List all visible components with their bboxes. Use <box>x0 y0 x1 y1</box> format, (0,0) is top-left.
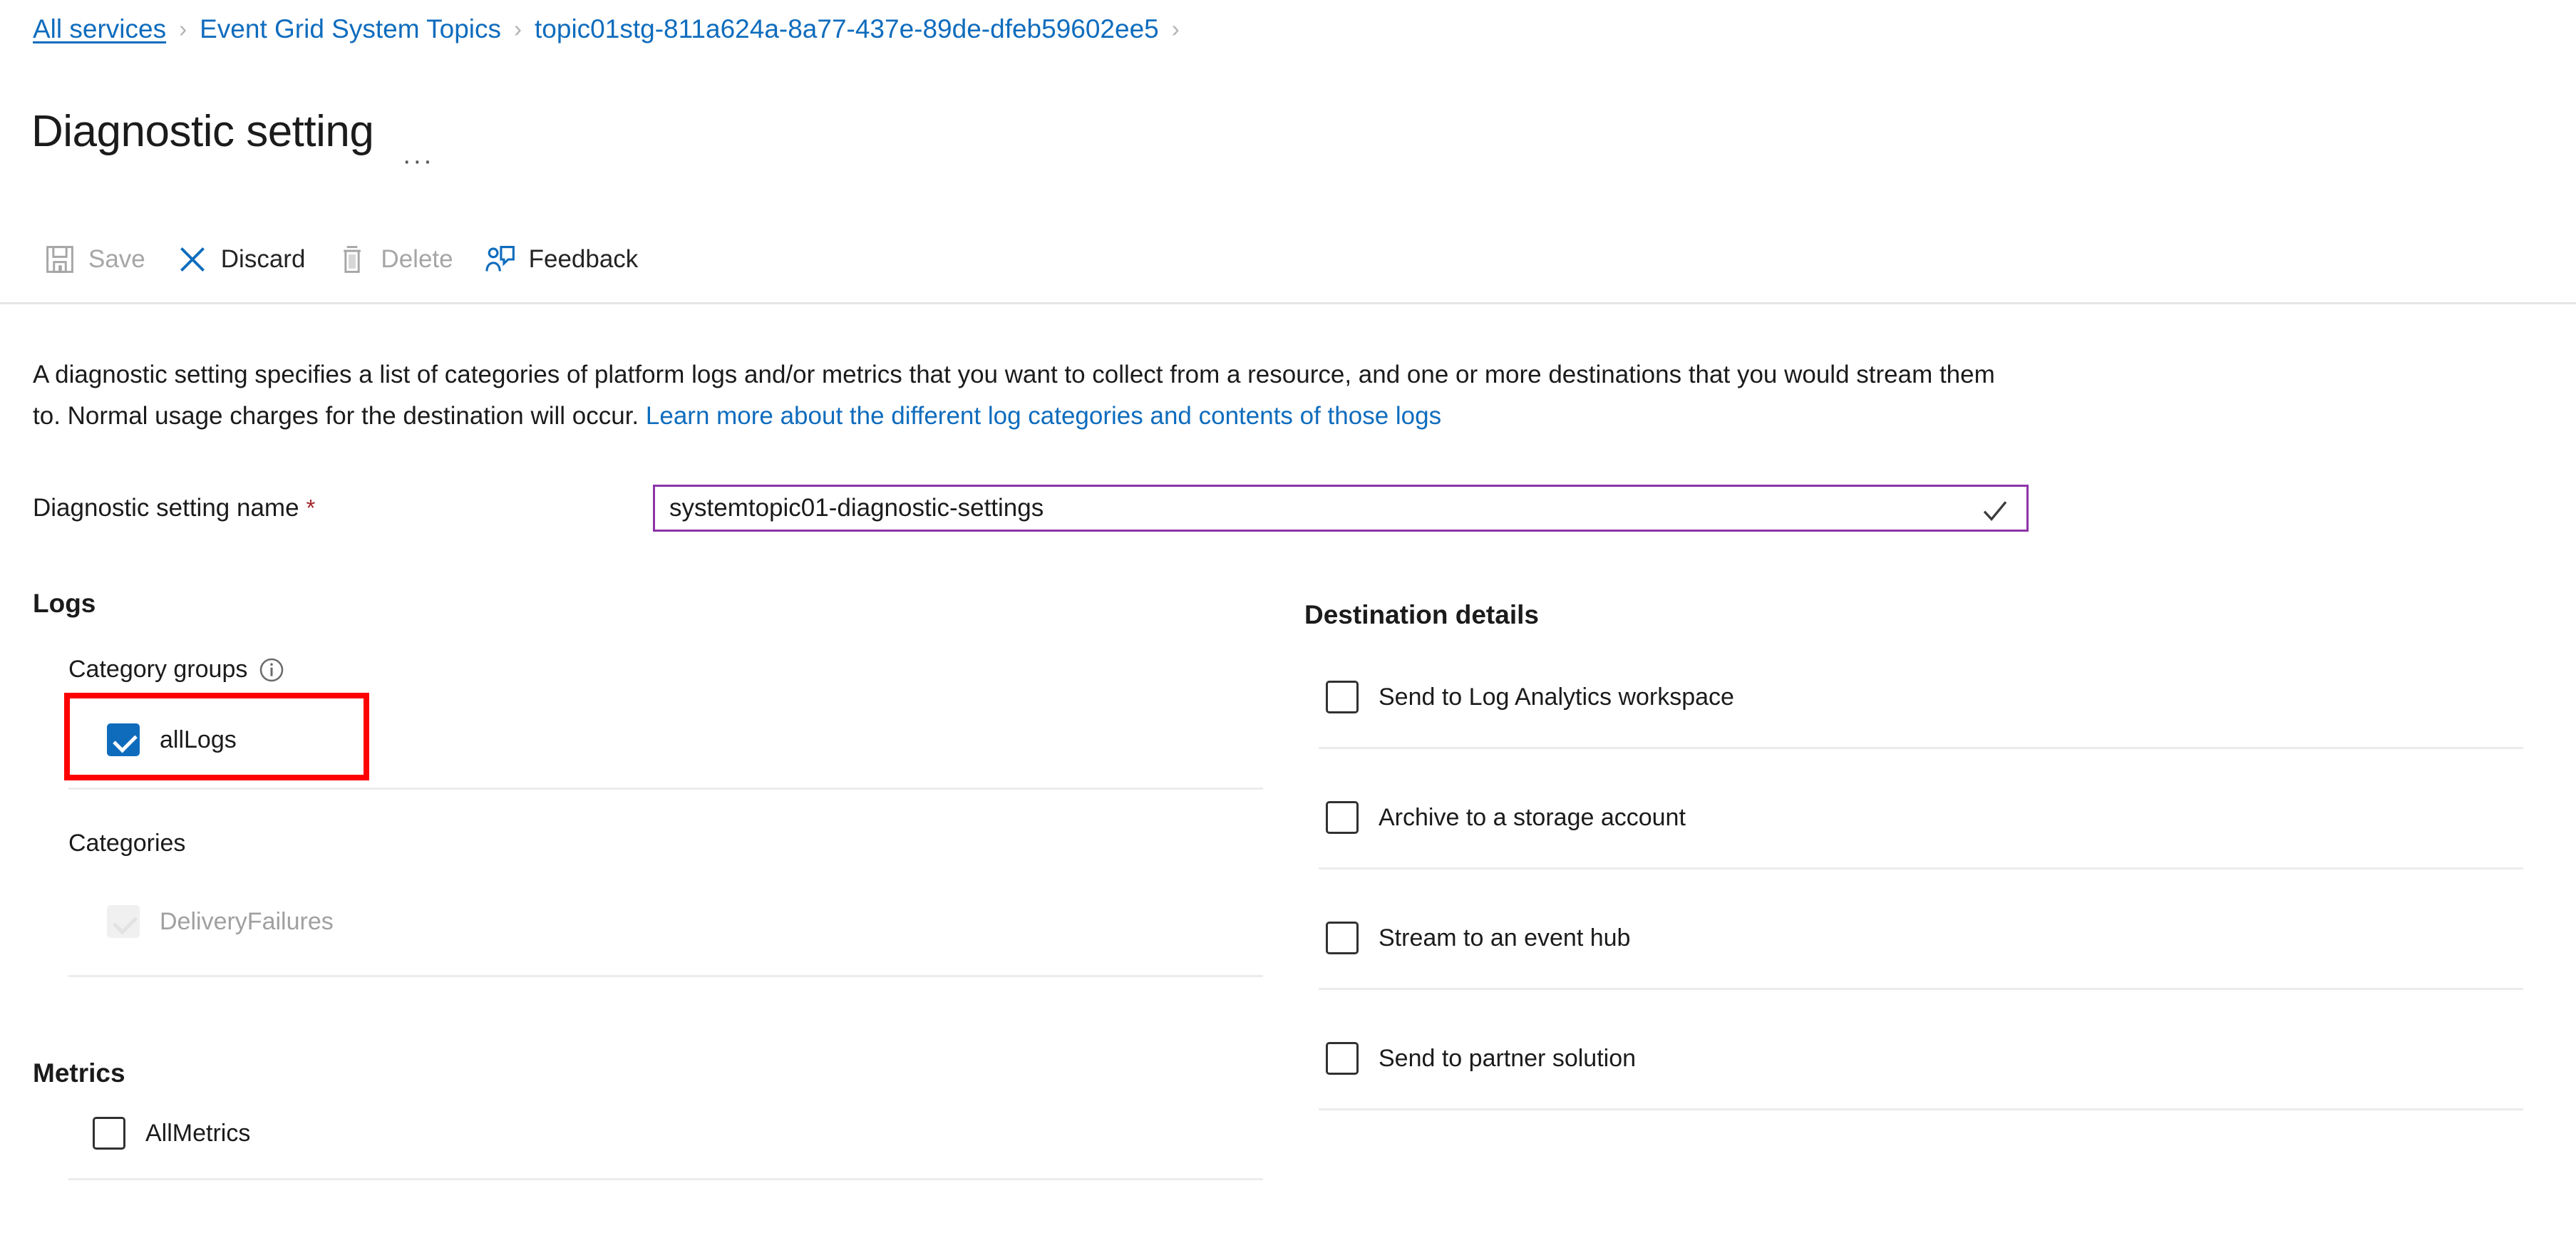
save-icon <box>46 246 73 273</box>
send-to-log-analytics-checkbox[interactable] <box>1326 681 1359 713</box>
checkbox-row-alllogs[interactable]: allLogs <box>107 723 237 756</box>
more-options-icon[interactable]: ··· <box>395 148 441 186</box>
destination-divider-1 <box>1319 747 2523 749</box>
close-icon <box>180 247 205 272</box>
toolbar-divider <box>0 302 2576 304</box>
checkbox-row-storage-account[interactable]: Archive to a storage account <box>1326 801 1686 834</box>
description-text: A diagnostic setting specifies a list of… <box>33 354 2029 437</box>
category-groups-label: Category groups <box>68 656 284 684</box>
checkbox-row-event-hub[interactable]: Stream to an event hub <box>1326 922 1630 954</box>
trash-icon <box>344 246 361 273</box>
archive-to-storage-account-checkbox[interactable] <box>1326 801 1359 834</box>
delete-button-label: Delete <box>381 245 453 273</box>
diagnostic-setting-name-row: Diagnostic setting name * <box>33 485 2029 532</box>
required-asterisk: * <box>306 495 316 521</box>
logs-heading: Logs <box>33 589 96 618</box>
destination-divider-2 <box>1319 867 2523 870</box>
page-title: Diagnostic setting <box>31 106 374 156</box>
info-icon[interactable] <box>259 657 284 683</box>
breadcrumb: All services › Event Grid System Topics … <box>33 13 1192 46</box>
categories-label: Categories <box>68 830 186 857</box>
breadcrumb-item-event-grid-system-topics[interactable]: Event Grid System Topics <box>200 13 501 46</box>
alllogs-checkbox[interactable] <box>107 723 140 756</box>
checkbox-row-log-analytics[interactable]: Send to Log Analytics workspace <box>1326 681 1734 713</box>
stream-to-event-hub-checkbox[interactable] <box>1326 922 1359 954</box>
send-to-partner-solution-checkbox[interactable] <box>1326 1042 1359 1075</box>
save-button-label: Save <box>88 245 145 273</box>
diagnostic-setting-name-label: Diagnostic setting name * <box>33 494 653 522</box>
logs-divider-2 <box>68 975 1263 977</box>
stream-to-event-hub-label: Stream to an event hub <box>1379 924 1631 951</box>
feedback-icon <box>485 246 515 272</box>
feedback-button[interactable]: Feedback <box>478 227 663 292</box>
checkbox-row-deliveryfailures[interactable]: DeliveryFailures <box>107 905 334 938</box>
learn-more-link[interactable]: Learn more about the different log categ… <box>646 402 1441 430</box>
logs-divider-1 <box>68 788 1263 790</box>
feedback-button-label: Feedback <box>528 245 639 273</box>
chevron-right-icon: › <box>179 16 187 42</box>
category-groups-label-text: Category groups <box>68 656 248 683</box>
name-label-text: Diagnostic setting name <box>33 494 299 522</box>
checkbox-row-allmetrics[interactable]: AllMetrics <box>93 1117 250 1150</box>
destination-divider-4 <box>1319 1108 2523 1110</box>
metrics-heading: Metrics <box>33 1058 125 1088</box>
archive-to-storage-account-label: Archive to a storage account <box>1379 803 1686 831</box>
chevron-right-icon: › <box>514 16 522 42</box>
breadcrumb-item-all-services[interactable]: All services <box>33 13 166 46</box>
discard-button-label: Discard <box>220 245 306 273</box>
diagnostic-setting-page: All services › Event Grid System Topics … <box>0 0 2576 1238</box>
title-row: Diagnostic setting ··· <box>31 77 441 186</box>
checkmark-icon <box>1983 501 2007 522</box>
delete-button[interactable]: Delete <box>329 227 477 292</box>
diagnostic-setting-name-input[interactable] <box>655 487 2026 530</box>
deliveryfailures-checkbox <box>107 905 140 938</box>
metrics-divider <box>68 1178 1263 1180</box>
save-button[interactable]: Save <box>37 227 170 292</box>
discard-button[interactable]: Discard <box>170 227 330 292</box>
breadcrumb-item-topic[interactable]: topic01stg-811a624a-8a77-437e-89de-dfeb5… <box>535 13 1159 46</box>
allmetrics-label: AllMetrics <box>145 1119 251 1147</box>
send-to-log-analytics-label: Send to Log Analytics workspace <box>1379 683 1734 711</box>
send-to-partner-solution-label: Send to partner solution <box>1379 1044 1637 1072</box>
command-bar: Save Discard Delete Feedback <box>37 227 662 292</box>
checkbox-row-partner-solution[interactable]: Send to partner solution <box>1326 1042 1636 1075</box>
destination-divider-3 <box>1319 988 2523 990</box>
destination-details-heading: Destination details <box>1304 600 1539 629</box>
diagnostic-setting-name-input-wrap <box>653 485 2029 532</box>
chevron-right-icon: › <box>1171 16 1180 42</box>
allmetrics-checkbox[interactable] <box>93 1117 125 1150</box>
deliveryfailures-label: DeliveryFailures <box>160 907 334 935</box>
alllogs-label: allLogs <box>160 726 237 753</box>
